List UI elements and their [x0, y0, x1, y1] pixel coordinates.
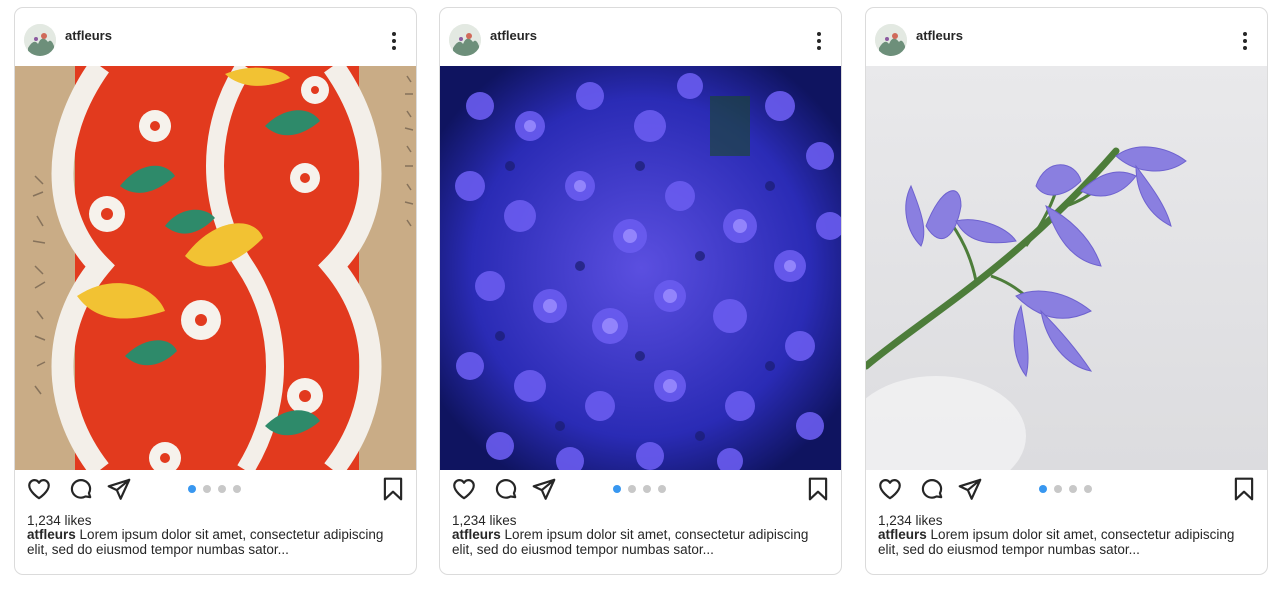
carousel-dot[interactable]: [188, 485, 196, 493]
send-icon: [107, 478, 131, 500]
caption-username[interactable]: atfleurs: [27, 527, 76, 542]
more-options-button[interactable]: [1235, 30, 1255, 52]
more-options-button[interactable]: [384, 30, 404, 52]
likes-count[interactable]: 1,234 likes: [878, 513, 943, 528]
caption: atfleurs Lorem ipsum dolor sit amet, con…: [878, 527, 1258, 557]
carousel-dot[interactable]: [1084, 485, 1092, 493]
caption-username[interactable]: atfleurs: [878, 527, 927, 542]
more-vertical-icon: [392, 32, 396, 50]
more-options-button[interactable]: [809, 30, 829, 52]
carousel-dot[interactable]: [1069, 485, 1077, 493]
avatar[interactable]: [449, 24, 481, 56]
bookmark-icon: [1234, 477, 1254, 501]
caption-username[interactable]: atfleurs: [452, 527, 501, 542]
post-image[interactable]: [440, 66, 841, 470]
post-actions: [866, 474, 1267, 504]
username[interactable]: atfleurs: [490, 28, 537, 43]
carousel-dot[interactable]: [1039, 485, 1047, 493]
carousel-dot[interactable]: [628, 485, 636, 493]
share-button[interactable]: [106, 476, 132, 502]
avatar[interactable]: [24, 24, 56, 56]
avatar[interactable]: [875, 24, 907, 56]
username[interactable]: atfleurs: [65, 28, 112, 43]
carousel-dot[interactable]: [218, 485, 226, 493]
caption-text: Lorem ipsum dolor sit amet, consectetur …: [878, 527, 1235, 557]
share-button[interactable]: [531, 476, 557, 502]
post-image[interactable]: [866, 66, 1267, 470]
carousel-dot[interactable]: [203, 485, 211, 493]
carousel-indicator: [1039, 485, 1099, 494]
likes-count[interactable]: 1,234 likes: [452, 513, 517, 528]
heart-icon: [879, 479, 901, 500]
share-button[interactable]: [957, 476, 983, 502]
more-vertical-icon: [817, 32, 821, 50]
comment-button[interactable]: [68, 476, 94, 502]
post-header: atfleurs: [15, 8, 416, 66]
post-card: atfleurs 1,234 likes atfleurs Lorem ipsu…: [14, 7, 417, 575]
carousel-dot[interactable]: [1054, 485, 1062, 493]
send-icon: [532, 478, 556, 500]
save-button[interactable]: [380, 476, 406, 502]
heart-icon: [453, 479, 475, 500]
carousel-dot[interactable]: [233, 485, 241, 493]
save-button[interactable]: [805, 476, 831, 502]
comment-button[interactable]: [919, 476, 945, 502]
more-vertical-icon: [1243, 32, 1247, 50]
comment-icon: [921, 479, 943, 499]
comment-button[interactable]: [493, 476, 519, 502]
comment-icon: [495, 479, 517, 499]
bookmark-icon: [383, 477, 403, 501]
post-actions: [440, 474, 841, 504]
carousel-dot[interactable]: [613, 485, 621, 493]
heart-icon: [28, 479, 50, 500]
post-header: atfleurs: [440, 8, 841, 66]
post-image[interactable]: [15, 66, 416, 470]
username[interactable]: atfleurs: [916, 28, 963, 43]
bookmark-icon: [808, 477, 828, 501]
send-icon: [958, 478, 982, 500]
like-button[interactable]: [26, 476, 52, 502]
caption-text: Lorem ipsum dolor sit amet, consectetur …: [452, 527, 809, 557]
save-button[interactable]: [1231, 476, 1257, 502]
comment-icon: [70, 479, 92, 499]
caption-text: Lorem ipsum dolor sit amet, consectetur …: [27, 527, 384, 557]
caption: atfleurs Lorem ipsum dolor sit amet, con…: [27, 527, 407, 557]
carousel-dot[interactable]: [643, 485, 651, 493]
post-feed: atfleurs 1,234 likes atfleurs Lorem ipsu…: [0, 0, 1277, 593]
caption: atfleurs Lorem ipsum dolor sit amet, con…: [452, 527, 832, 557]
post-header: atfleurs: [866, 8, 1267, 66]
post-actions: [15, 474, 416, 504]
carousel-indicator: [188, 485, 248, 494]
post-card: atfleurs 1,234 likes atfleurs Lorem ipsu…: [865, 7, 1268, 575]
carousel-indicator: [613, 485, 673, 494]
carousel-dot[interactable]: [658, 485, 666, 493]
like-button[interactable]: [451, 476, 477, 502]
like-button[interactable]: [877, 476, 903, 502]
post-card: atfleurs 1,234 likes atfleurs Lorem ipsu…: [439, 7, 842, 575]
likes-count[interactable]: 1,234 likes: [27, 513, 92, 528]
